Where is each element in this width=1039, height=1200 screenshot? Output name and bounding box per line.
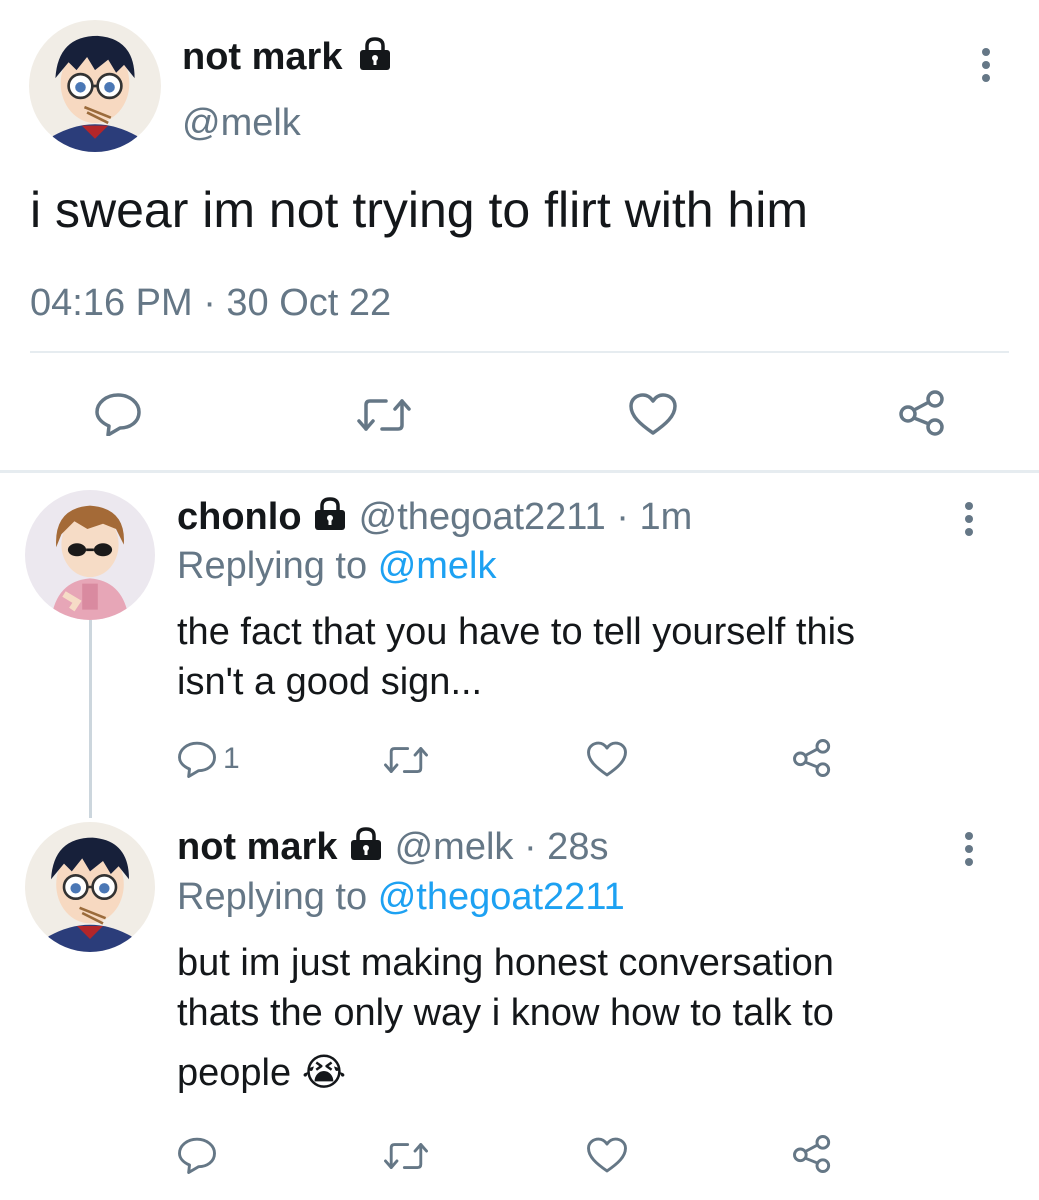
reply-button[interactable] [177, 1136, 217, 1174]
timestamp: 04:16 PM · 30 Oct 22 [30, 282, 392, 324]
reply-text-line: thats the only way i know how to talk to [177, 992, 834, 1034]
reply-icon [178, 1137, 216, 1174]
reply-icon [178, 741, 216, 778]
reply-button[interactable]: 1 [177, 740, 240, 778]
replying-to-label: Replying to [177, 545, 368, 587]
thread-line [89, 618, 92, 818]
share-icon [793, 739, 831, 777]
handle-time[interactable]: @melk · 28s [395, 826, 609, 868]
share-button[interactable] [792, 1134, 832, 1174]
lock-icon [357, 36, 393, 82]
reply-header: chonlo @thegoat2211 · 1m [177, 494, 692, 542]
reply-text-line: isn't a good sign... [177, 661, 483, 703]
reply-text-line: people [177, 1052, 292, 1094]
replying-to-label: Replying to [177, 876, 368, 918]
like-button[interactable] [628, 392, 678, 436]
retweet-button[interactable] [383, 1139, 429, 1173]
divider [0, 470, 1039, 473]
handle[interactable]: @melk [182, 100, 301, 146]
retweet-button[interactable] [383, 743, 429, 777]
replying-to-handle[interactable]: @thegoat2211 [378, 876, 625, 918]
reply-text-line: the fact that you have to tell yourself … [177, 611, 856, 653]
reply-count: 1 [223, 742, 240, 775]
more-vertical-icon[interactable] [962, 502, 976, 536]
handle-time[interactable]: @thegoat2211 · 1m [359, 496, 693, 538]
replying-to-handle[interactable]: @melk [378, 545, 497, 587]
share-icon [899, 390, 944, 436]
lock-icon [312, 496, 348, 542]
display-name[interactable]: not mark [182, 36, 342, 78]
display-name[interactable]: not mark [177, 826, 337, 868]
reply-button[interactable] [94, 392, 142, 436]
replying-to: Replying to @thegoat2211 [177, 874, 625, 920]
loudly-crying-emoji-icon: 😭 [301, 1052, 347, 1094]
retweet-button[interactable] [356, 395, 412, 435]
more-vertical-icon[interactable] [979, 48, 993, 82]
reply-icon [95, 393, 141, 436]
like-button[interactable] [586, 1136, 628, 1174]
reply-header: not mark @melk · 28s [177, 824, 608, 872]
retweet-icon [384, 1143, 428, 1169]
reply-text-line: but im just making honest conversation [177, 942, 834, 984]
divider [30, 351, 1009, 353]
like-icon [587, 741, 627, 777]
replying-to: Replying to @melk [177, 543, 497, 589]
share-icon [793, 1135, 831, 1173]
lock-icon [348, 826, 384, 872]
like-icon [587, 1137, 627, 1173]
like-icon [629, 393, 677, 435]
reply-text-line-with-emoji: people 😭 [177, 1048, 346, 1098]
share-button[interactable] [898, 390, 946, 436]
display-name[interactable]: chonlo [177, 496, 302, 538]
retweet-icon [384, 747, 428, 773]
author-header: not mark [182, 34, 393, 82]
avatar[interactable] [25, 822, 155, 952]
share-button[interactable] [792, 738, 832, 778]
retweet-icon [357, 399, 411, 431]
more-vertical-icon[interactable] [962, 832, 976, 866]
avatar[interactable] [25, 490, 155, 620]
avatar[interactable] [29, 20, 161, 152]
like-button[interactable] [586, 740, 628, 778]
tweet-text: i swear im not trying to flirt with him [30, 182, 808, 238]
